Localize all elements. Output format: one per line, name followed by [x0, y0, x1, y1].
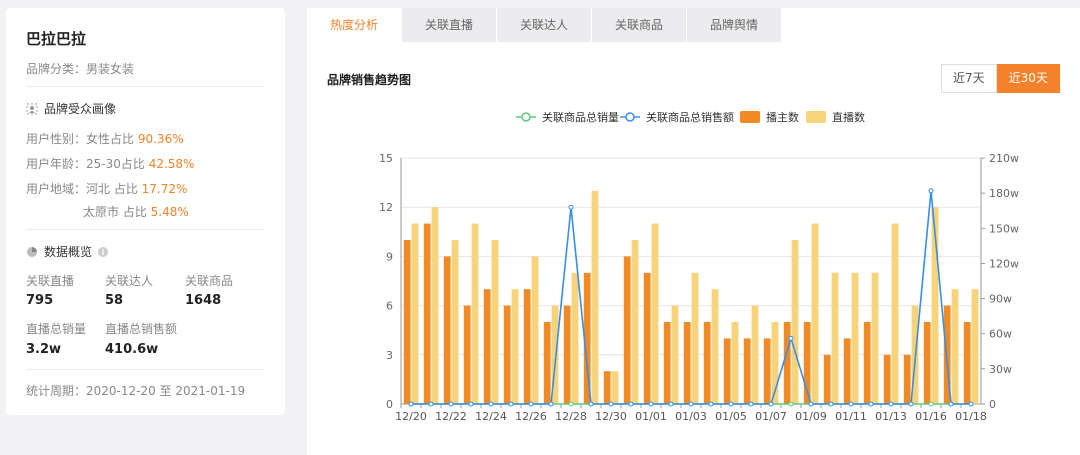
stat-sales-amt-value: 410.6w — [105, 342, 159, 357]
tab-heat-analysis[interactable]: 热度分析 — [307, 8, 401, 42]
tab-related-influencer[interactable]: 关联达人 — [497, 8, 591, 42]
brand-name: 巴拉巴拉 — [26, 30, 87, 48]
stat-influencer-label: 关联达人 — [105, 274, 154, 288]
stat-product-label: 关联商品 — [185, 274, 234, 288]
divider — [26, 369, 264, 370]
overview-section-title: 数据概览 — [26, 243, 109, 260]
region-row-2: 太原市 占比 5.48% — [83, 205, 189, 219]
pie-chart-icon — [27, 246, 37, 257]
stat-live-label: 关联直播 — [26, 274, 75, 288]
stat-sales-amt-label: 直播总销售额 — [105, 322, 178, 336]
stat-sales-qty-value: 3.2w — [26, 342, 62, 357]
tab-related-product[interactable]: 关联商品 — [592, 8, 686, 42]
tab-bar: 热度分析 关联直播 关联达人 关联商品 品牌舆情 — [307, 8, 782, 42]
stat-product-value: 1648 — [185, 293, 222, 308]
stat-period: 统计周期：2020-12-20 至 2021-01-19 — [26, 384, 246, 398]
audience-section-title: 品牌受众画像 — [26, 100, 116, 117]
stat-sales-qty-label: 直播总销量 — [26, 322, 87, 336]
tab-brand-sentiment[interactable]: 品牌舆情 — [687, 8, 781, 42]
chart-title: 品牌销售趋势图 — [327, 73, 412, 87]
age-row: 用户年龄：25-30占比 42.58% — [26, 157, 195, 171]
tab-related-live[interactable]: 关联直播 — [402, 8, 496, 42]
divider — [26, 229, 264, 230]
region-row: 用户地域：河北 占比 17.72% — [26, 182, 188, 196]
stat-live-value: 795 — [26, 293, 54, 308]
range-7d-button[interactable]: 近7天 — [941, 64, 997, 93]
brand-category: 品牌分类：男装女装 — [26, 62, 135, 76]
portrait-icon — [26, 103, 38, 114]
range-buttons: 近7天 近30天 — [941, 64, 1060, 93]
brand-panel: 巴拉巴拉 品牌分类：男装女装 品牌受众画像 用户性别：女性占比 90.36% 用… — [6, 8, 285, 415]
gender-row: 用户性别：女性占比 90.36% — [26, 132, 184, 146]
divider — [26, 86, 264, 87]
stat-influencer-value: 58 — [105, 293, 124, 308]
info-icon[interactable] — [98, 246, 109, 257]
range-30d-button[interactable]: 近30天 — [996, 64, 1060, 93]
